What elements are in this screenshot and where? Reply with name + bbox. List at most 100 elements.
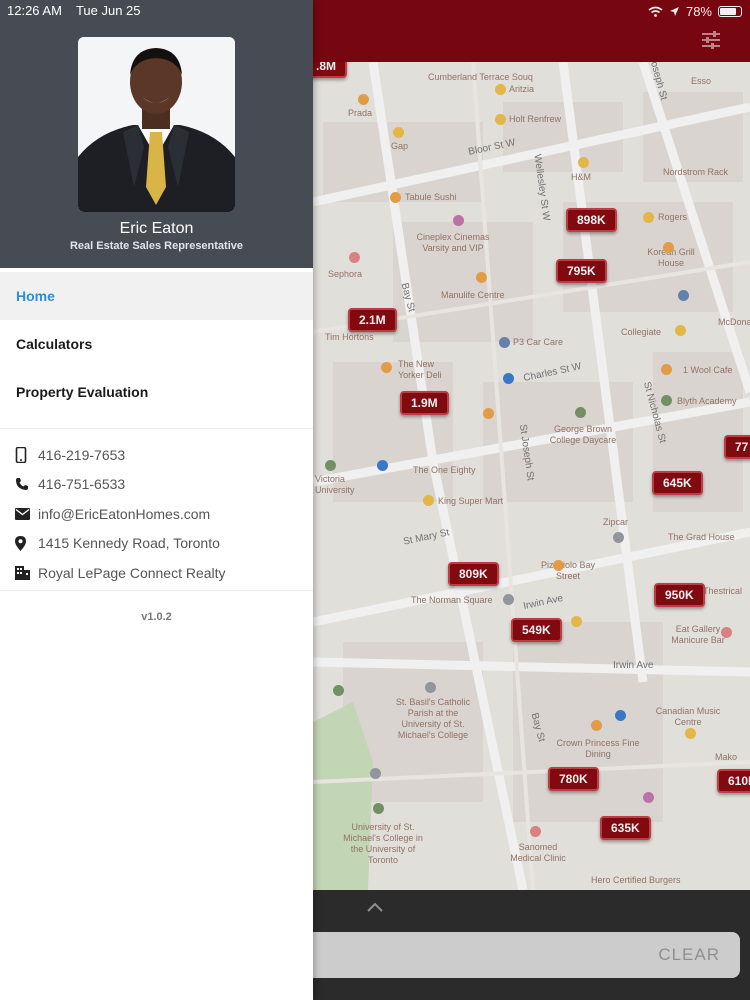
price-marker[interactable]: 809K <box>448 562 499 586</box>
map-place: Mako <box>715 752 738 762</box>
price-marker[interactable]: 77 <box>724 435 750 459</box>
poi-marker-icon <box>495 114 506 125</box>
map-place: Tabule Sushi <box>405 192 457 202</box>
poi-marker-icon <box>685 728 696 739</box>
contact-brokerage[interactable]: Royal LePage Connect Realty <box>15 558 305 588</box>
app-version: v1.0.2 <box>141 611 172 623</box>
poi-marker-icon <box>661 395 672 406</box>
contact-mobile[interactable]: 416-219-7653 <box>15 440 305 470</box>
poi-marker-icon <box>615 710 626 721</box>
map-place: P3 Car Care <box>513 337 564 347</box>
price-marker[interactable]: 635K <box>600 816 651 840</box>
menu-item-property-evaluation[interactable]: Property Evaluation <box>0 368 313 416</box>
poi-marker-icon <box>390 192 401 203</box>
poi-marker-icon <box>503 373 514 384</box>
map-place: Canadian Music Centre <box>655 706 721 727</box>
price-marker[interactable]: 549K <box>511 618 562 642</box>
map-area[interactable]: 78% Bloor St W Bay St Charles St W St Jo… <box>313 0 750 1000</box>
poi-marker-icon <box>377 460 388 471</box>
phone-icon <box>15 475 38 493</box>
map-place: Cumberland Terrace Souq <box>428 72 533 82</box>
map-place: Gap <box>391 141 409 151</box>
menu-item-calculators[interactable]: Calculators <box>0 320 313 368</box>
map-place: The New Yorker Deli <box>398 359 442 380</box>
poi-marker-icon <box>423 495 434 506</box>
map-place: Cineplex Cinemas Varsity and VIP <box>416 232 490 253</box>
map-place: McDonald's <box>718 317 750 327</box>
poi-marker-icon <box>553 560 564 571</box>
divider <box>0 428 313 429</box>
map-place: The Norman Square <box>411 595 493 605</box>
map-place: The One Eighty <box>413 465 476 475</box>
clear-button[interactable]: CLEAR <box>658 945 720 965</box>
price-marker[interactable]: .8M <box>313 62 348 78</box>
map-canvas[interactable]: Bloor St W Bay St Charles St W St Joseph… <box>313 62 750 890</box>
poi-marker-icon <box>333 685 344 696</box>
poi-marker-icon <box>663 242 674 253</box>
poi-marker-icon <box>591 720 602 731</box>
poi-marker-icon <box>530 826 541 837</box>
mobile-phone-icon <box>15 446 38 464</box>
map-place: King Super Mart <box>438 496 504 506</box>
poi-marker-icon <box>349 252 360 263</box>
poi-marker-icon <box>499 337 510 348</box>
poi-marker-icon <box>661 364 672 375</box>
poi-marker-icon <box>425 682 436 693</box>
poi-marker-icon <box>721 627 732 638</box>
wifi-icon <box>648 6 663 17</box>
menu-item-home[interactable]: Home <box>0 272 313 320</box>
contact-list: 416-219-7653 416-751-6533 info@EricEaton… <box>15 440 305 588</box>
map-place: Rogers <box>658 212 688 222</box>
email-icon <box>15 505 38 523</box>
map-place: H&M <box>571 172 591 182</box>
contact-address-text: 1415 Kennedy Road, Toronto <box>38 535 220 552</box>
filter-icon[interactable] <box>700 30 722 50</box>
price-marker[interactable]: 2.1M <box>348 308 397 332</box>
location-arrow-icon <box>669 6 679 16</box>
battery-percent: 78% <box>685 3 712 19</box>
map-place: Esso <box>691 76 712 86</box>
status-bar-right: 78% <box>648 3 742 19</box>
contact-phone-text: 416-751-6533 <box>38 476 126 493</box>
contact-phone[interactable]: 416-751-6533 <box>15 470 305 500</box>
person-avatar-icon <box>78 37 235 212</box>
map-place: Collegiate <box>621 327 662 337</box>
search-row[interactable]: CLEAR <box>313 932 740 978</box>
drawer-menu: Home Calculators Property Evaluation <box>0 272 313 416</box>
status-bar-left: 12:26 AM Tue Jun 25 <box>7 3 155 18</box>
price-marker[interactable]: 795K <box>556 259 607 283</box>
contact-address[interactable]: 1415 Kennedy Road, Toronto <box>15 529 305 559</box>
price-marker[interactable]: 610K <box>717 769 750 793</box>
map-place: Sanomed Medical Clinic <box>510 842 566 863</box>
poi-marker-icon <box>571 616 582 627</box>
poi-marker-icon <box>578 157 589 168</box>
poi-marker-icon <box>393 127 404 138</box>
map-place: Blyth Academy <box>677 396 737 406</box>
price-marker[interactable]: 780K <box>548 767 599 791</box>
poi-marker-icon <box>675 325 686 336</box>
poi-marker-icon <box>678 290 689 301</box>
poi-marker-icon <box>483 408 494 419</box>
poi-marker-icon <box>370 768 381 779</box>
map-place: Tim Hortons <box>325 332 374 342</box>
bottom-panel: CLEAR <box>313 890 750 1000</box>
building-icon <box>15 564 38 582</box>
chevron-up-icon[interactable] <box>365 898 385 916</box>
poi-marker-icon <box>476 272 487 283</box>
price-marker[interactable]: 898K <box>566 208 617 232</box>
poi-marker-icon <box>373 803 384 814</box>
price-marker[interactable]: 1.9M <box>400 391 449 415</box>
street-label: Irwin Ave <box>613 660 654 671</box>
map-place: Prada <box>348 108 373 118</box>
price-marker[interactable]: 645K <box>652 471 703 495</box>
navigation-drawer: 12:26 AM Tue Jun 25 Eric Eaton Real Estat… <box>0 0 313 1000</box>
poi-marker-icon <box>575 407 586 418</box>
contact-email[interactable]: info@EricEatonHomes.com <box>15 499 305 529</box>
app-top-bar: 78% <box>313 0 750 62</box>
profile-photo <box>78 37 235 212</box>
poi-marker-icon <box>358 94 369 105</box>
status-time: 12:26 AM <box>7 3 62 18</box>
poi-marker-icon <box>643 212 654 223</box>
price-marker[interactable]: 950K <box>654 583 705 607</box>
map-place: The Grad House <box>668 532 735 542</box>
